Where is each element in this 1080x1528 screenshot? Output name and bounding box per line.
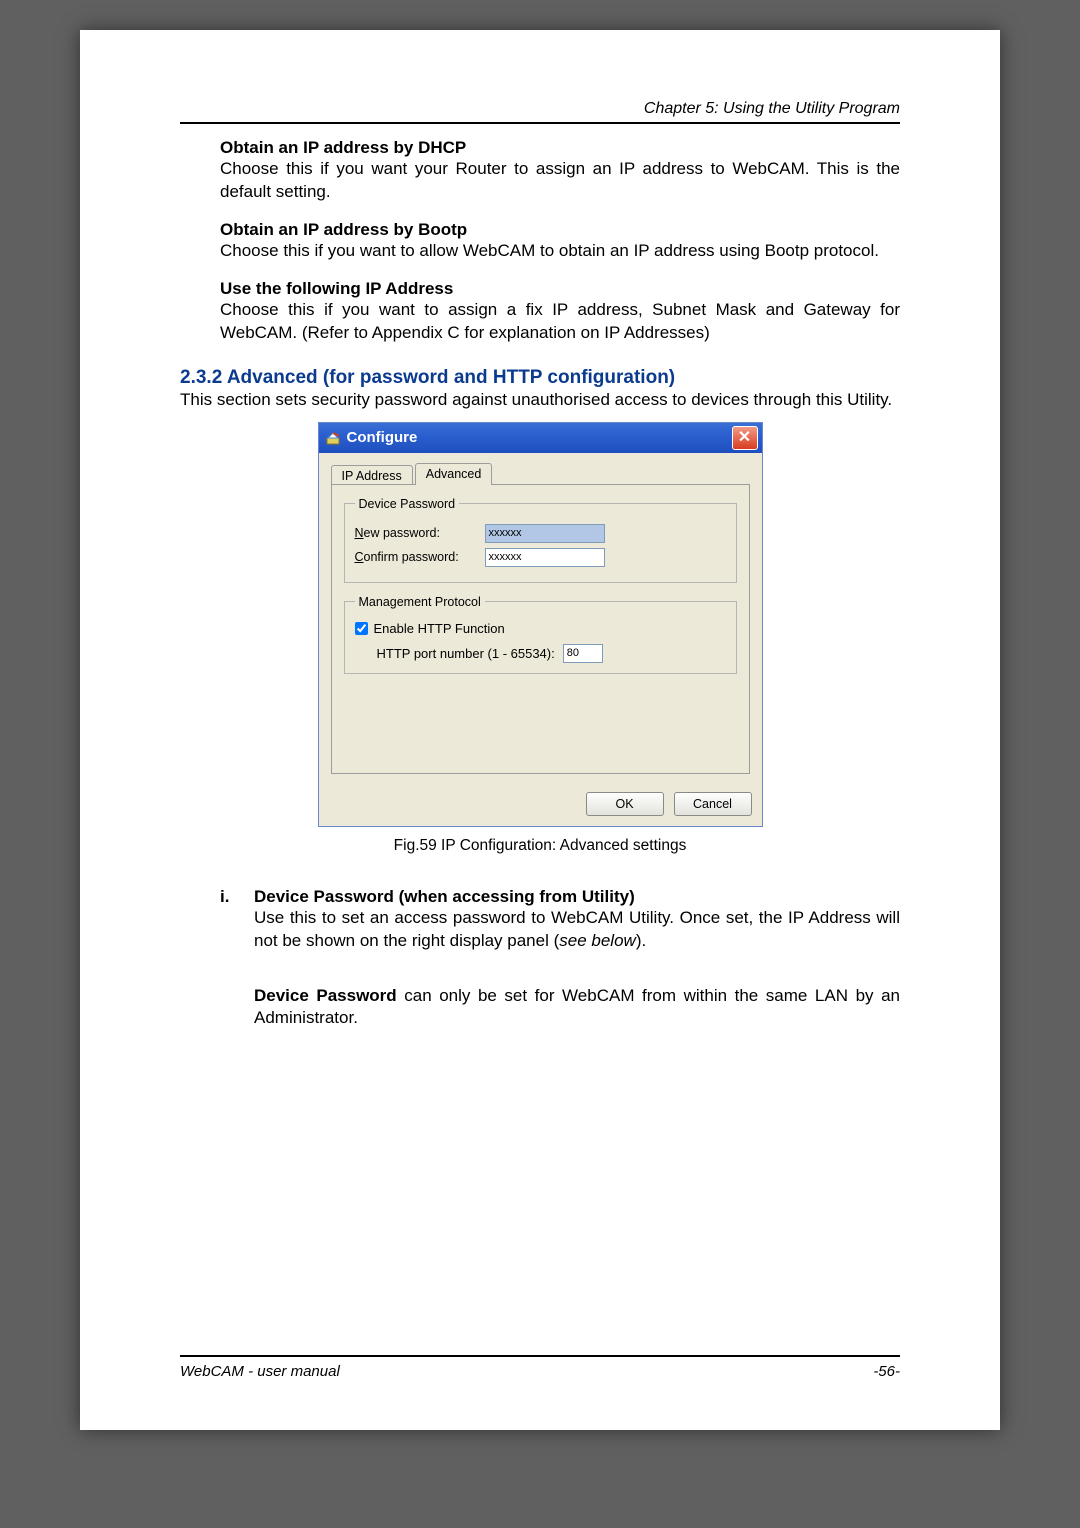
header-rule bbox=[180, 122, 900, 124]
label-http-port: HTTP port number (1 - 65534): bbox=[377, 646, 555, 661]
app-icon bbox=[325, 430, 341, 446]
label-confirm-password: Confirm password: bbox=[355, 550, 485, 564]
heading-bootp: Obtain an IP address by Bootp bbox=[220, 220, 900, 240]
cancel-button[interactable]: Cancel bbox=[674, 792, 752, 816]
tab-advanced[interactable]: Advanced bbox=[415, 463, 493, 485]
footer-rule bbox=[180, 1355, 900, 1357]
para-fixed-ip: Choose this if you want to assign a fix … bbox=[220, 299, 900, 345]
group-management-protocol: Management Protocol Enable HTTP Function… bbox=[344, 595, 737, 674]
dialog-title: Configure bbox=[347, 429, 418, 446]
item-i-heading: i. Device Password (when accessing from … bbox=[220, 887, 900, 907]
close-button[interactable]: ✕ bbox=[732, 426, 758, 450]
legend-device-password: Device Password bbox=[355, 497, 460, 511]
group-device-password: Device Password New password: xxxxxx Con… bbox=[344, 497, 737, 583]
tab-ip-address[interactable]: IP Address bbox=[331, 465, 413, 486]
tab-panel-advanced: Device Password New password: xxxxxx Con… bbox=[331, 484, 750, 774]
legend-management-protocol: Management Protocol bbox=[355, 595, 485, 609]
figure-caption: Fig.59 IP Configuration: Advanced settin… bbox=[180, 837, 900, 855]
checkbox-enable-http[interactable] bbox=[355, 622, 368, 635]
title-bar: Configure ✕ bbox=[319, 423, 762, 453]
configure-dialog: Configure ✕ IP Address Advanced Device P… bbox=[318, 422, 763, 827]
input-new-password[interactable]: xxxxxx bbox=[485, 524, 605, 543]
chapter-header: Chapter 5: Using the Utility Program bbox=[180, 100, 900, 122]
heading-dhcp: Obtain an IP address by DHCP bbox=[220, 138, 900, 158]
intro-2-3-2: This section sets security password agai… bbox=[180, 389, 900, 412]
document-page: Chapter 5: Using the Utility Program Obt… bbox=[80, 30, 1000, 1430]
label-enable-http: Enable HTTP Function bbox=[374, 621, 505, 636]
heading-2-3-2: 2.3.2 Advanced (for password and HTTP co… bbox=[180, 367, 900, 389]
para-dhcp: Choose this if you want your Router to a… bbox=[220, 158, 900, 204]
item-i-body: Use this to set an access password to We… bbox=[254, 907, 900, 953]
label-new-password: New password: bbox=[355, 526, 485, 540]
heading-fixed-ip: Use the following IP Address bbox=[220, 279, 900, 299]
input-confirm-password[interactable]: xxxxxx bbox=[485, 548, 605, 567]
ok-button[interactable]: OK bbox=[586, 792, 664, 816]
close-icon: ✕ bbox=[738, 430, 751, 446]
item-i-note: Device Password can only be set for WebC… bbox=[254, 985, 900, 1031]
input-http-port[interactable]: 80 bbox=[563, 644, 603, 663]
tab-strip: IP Address Advanced bbox=[331, 463, 750, 485]
para-bootp: Choose this if you want to allow WebCAM … bbox=[220, 240, 900, 263]
footer-page-number: -56- bbox=[873, 1363, 900, 1380]
footer-manual-name: WebCAM - user manual bbox=[180, 1363, 340, 1380]
